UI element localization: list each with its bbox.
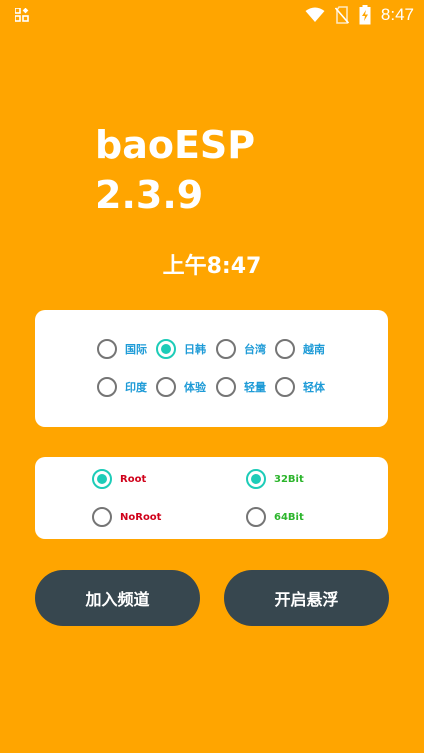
region-option[interactable]: 轻量 bbox=[216, 377, 266, 397]
bit64-option[interactable]: 64Bit bbox=[246, 507, 304, 527]
region-option-label: 轻量 bbox=[244, 381, 266, 394]
battery-charging-icon bbox=[359, 5, 371, 25]
radio-button[interactable] bbox=[246, 469, 266, 489]
wifi-icon bbox=[305, 7, 325, 22]
region-option[interactable]: 越南 bbox=[275, 339, 325, 359]
radio-button[interactable] bbox=[216, 339, 236, 359]
bit32-option[interactable]: 32Bit bbox=[246, 469, 304, 489]
radio-button[interactable] bbox=[156, 377, 176, 397]
radio-button[interactable] bbox=[97, 377, 117, 397]
root-option-label: Root bbox=[120, 473, 147, 485]
radio-button[interactable] bbox=[92, 469, 112, 489]
radio-button[interactable] bbox=[156, 339, 176, 359]
region-option[interactable]: 台湾 bbox=[216, 339, 266, 359]
region-card: 国际 日韩 台湾 越南 印度 体验 轻量 轻体 bbox=[35, 310, 388, 427]
region-option[interactable]: 日韩 bbox=[156, 339, 206, 359]
radio-button[interactable] bbox=[275, 377, 295, 397]
root-option[interactable]: Root bbox=[92, 469, 146, 489]
region-option-label: 国际 bbox=[125, 343, 147, 356]
open-float-button[interactable]: 开启悬浮 bbox=[224, 570, 389, 626]
status-time: 8:47 bbox=[380, 5, 414, 24]
status-bar: 8:47 bbox=[0, 0, 424, 30]
notification-app-icon bbox=[15, 8, 29, 22]
no-sim-icon bbox=[334, 6, 349, 24]
bit32-option-label: 32Bit bbox=[274, 473, 304, 485]
mode-card: Root NoRoot 32Bit 64Bit bbox=[35, 457, 388, 539]
app-title: baoESP 2.3.9 bbox=[95, 120, 355, 220]
region-option-label: 体验 bbox=[184, 381, 206, 394]
clock-text: 上午8:47 bbox=[162, 254, 262, 279]
radio-button[interactable] bbox=[97, 339, 117, 359]
region-option[interactable]: 国际 bbox=[97, 339, 147, 359]
app-name: baoESP bbox=[95, 123, 256, 167]
region-option[interactable]: 体验 bbox=[156, 377, 206, 397]
region-option[interactable]: 印度 bbox=[97, 377, 147, 397]
join-channel-button[interactable]: 加入频道 bbox=[35, 570, 200, 626]
radio-button[interactable] bbox=[275, 339, 295, 359]
region-option[interactable]: 轻体 bbox=[275, 377, 325, 397]
region-option-label: 日韩 bbox=[184, 343, 206, 356]
region-option-label: 越南 bbox=[303, 343, 325, 356]
noroot-option[interactable]: NoRoot bbox=[92, 507, 161, 527]
radio-button[interactable] bbox=[216, 377, 236, 397]
app-version: 2.3.9 bbox=[95, 173, 204, 217]
noroot-option-label: NoRoot bbox=[120, 511, 162, 523]
bit64-option-label: 64Bit bbox=[274, 511, 304, 523]
region-option-label: 台湾 bbox=[244, 343, 266, 356]
region-option-label: 印度 bbox=[125, 381, 147, 394]
radio-button[interactable] bbox=[92, 507, 112, 527]
radio-button[interactable] bbox=[246, 507, 266, 527]
region-option-label: 轻体 bbox=[303, 381, 325, 394]
